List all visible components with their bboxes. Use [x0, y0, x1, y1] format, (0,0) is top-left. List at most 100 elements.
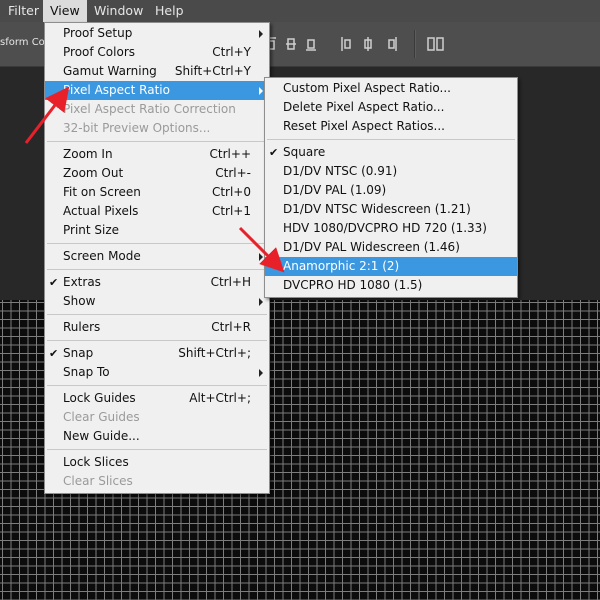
menu-item-shortcut: Ctrl+-	[215, 166, 251, 180]
menu-item-lock-slices[interactable]: Lock Slices	[45, 453, 269, 472]
menu-item-reset-pixel-aspect-ratios[interactable]: Reset Pixel Aspect Ratios...	[265, 117, 517, 136]
menu-item-proof-colors[interactable]: Proof Colors Ctrl+Y	[45, 43, 269, 62]
menu-item-d1-dv-ntsc-widescreen-1-21[interactable]: D1/DV NTSC Widescreen (1.21)	[265, 200, 517, 219]
menu-item-label: Zoom Out	[63, 166, 124, 180]
menu-item-label: Lock Slices	[63, 455, 129, 469]
auto-align-icon-group[interactable]	[426, 34, 446, 54]
menu-item-label: Pixel Aspect Ratio Correction	[63, 102, 236, 116]
menu-item-label: Custom Pixel Aspect Ratio...	[283, 81, 451, 95]
menu-item-extras[interactable]: ✔ Extras Ctrl+H	[45, 273, 269, 292]
align-icons-group[interactable]	[262, 34, 328, 54]
menu-item-shortcut: Shift+Ctrl+Y	[174, 64, 251, 78]
menu-item-custom-pixel-aspect-ratio[interactable]: Custom Pixel Aspect Ratio...	[265, 79, 517, 98]
menu-item-label: Proof Setup	[63, 26, 133, 40]
submenu-arrow-icon	[259, 253, 263, 261]
menu-item-screen-mode[interactable]: Screen Mode	[45, 247, 269, 266]
menu-divider	[47, 385, 267, 386]
menu-item-d1-dv-pal-widescreen-1-46[interactable]: D1/DV PAL Widescreen (1.46)	[265, 238, 517, 257]
menu-item-shortcut: Ctrl+H	[210, 275, 251, 289]
menu-item-label: Zoom In	[63, 147, 113, 161]
menu-item-label: Proof Colors	[63, 45, 135, 59]
submenu-arrow-icon	[259, 87, 263, 95]
menu-item-label: Delete Pixel Aspect Ratio...	[283, 100, 445, 114]
menu-item-label: HDV 1080/DVCPRO HD 720 (1.33)	[283, 221, 487, 235]
checkmark-icon: ✔	[49, 276, 59, 289]
menu-item-label: Square	[283, 145, 326, 159]
menu-item-pixel-aspect-ratio-correction: Pixel Aspect Ratio Correction	[45, 100, 269, 119]
menu-item-delete-pixel-aspect-ratio[interactable]: Delete Pixel Aspect Ratio...	[265, 98, 517, 117]
menu-item-d1-dv-pal-1-09[interactable]: D1/DV PAL (1.09)	[265, 181, 517, 200]
checkmark-icon: ✔	[49, 347, 59, 360]
menu-item-pixel-aspect-ratio[interactable]: Pixel Aspect Ratio	[45, 81, 269, 100]
menu-item-shortcut: Ctrl+R	[211, 320, 251, 334]
menu-item-label: Anamorphic 2:1 (2)	[283, 259, 400, 273]
menu-view[interactable]: View	[43, 0, 87, 22]
submenu-arrow-icon	[259, 369, 263, 377]
menu-item-label: Print Size	[63, 223, 120, 237]
pixel-aspect-ratio-submenu: Custom Pixel Aspect Ratio... Delete Pixel…	[264, 77, 518, 298]
menu-bar: Filter View Window Help	[0, 0, 600, 22]
menu-divider	[267, 139, 515, 140]
menu-divider	[47, 269, 267, 270]
menu-item-label: Rulers	[63, 320, 101, 334]
menu-item-fit-on-screen[interactable]: Fit on Screen Ctrl+0	[45, 183, 269, 202]
menu-window[interactable]: Window	[87, 0, 150, 22]
menu-item-shortcut: Ctrl+Y	[212, 45, 251, 59]
menu-item-snap-to[interactable]: Snap To	[45, 363, 269, 382]
menu-help[interactable]: Help	[148, 0, 191, 22]
menu-item-d1-dv-ntsc-0-91[interactable]: D1/DV NTSC (0.91)	[265, 162, 517, 181]
menu-item-gamut-warning[interactable]: Gamut Warning Shift+Ctrl+Y	[45, 62, 269, 81]
menu-filter[interactable]: Filter	[1, 0, 46, 22]
menu-item-zoom-in[interactable]: Zoom In Ctrl++	[45, 145, 269, 164]
view-menu: Proof Setup Proof Colors Ctrl+Y Gamut Warni…	[44, 22, 270, 494]
menu-item-shortcut: Ctrl+0	[211, 185, 251, 199]
menu-item-hdv-1080-dvcpro-hd-720-1-33[interactable]: HDV 1080/DVCPRO HD 720 (1.33)	[265, 219, 517, 238]
menu-item-zoom-out[interactable]: Zoom Out Ctrl+-	[45, 164, 269, 183]
align-edges-icon[interactable]	[262, 34, 328, 54]
distribute-icons-group[interactable]	[338, 34, 408, 54]
checkmark-icon: ✔	[269, 146, 279, 159]
menu-item-shortcut: Shift+Ctrl+;	[178, 346, 251, 360]
menu-item-label: D1/DV PAL (1.09)	[283, 183, 387, 197]
menu-item-label: Reset Pixel Aspect Ratios...	[283, 119, 445, 133]
options-separator	[414, 30, 416, 58]
menu-item-label: Screen Mode	[63, 249, 141, 263]
menu-item-label: Extras	[63, 275, 101, 289]
menu-item-clear-slices: Clear Slices	[45, 472, 269, 491]
menu-item-rulers[interactable]: Rulers Ctrl+R	[45, 318, 269, 337]
menu-item-label: D1/DV PAL Widescreen (1.46)	[283, 240, 460, 254]
menu-item-label: Lock Guides	[63, 391, 136, 405]
distribute-icon[interactable]	[338, 34, 408, 54]
menu-item-dvcpro-hd-1080-1-5[interactable]: DVCPRO HD 1080 (1.5)	[265, 276, 517, 295]
menu-item-label: Show	[63, 294, 96, 308]
menu-item-proof-setup[interactable]: Proof Setup	[45, 24, 269, 43]
menu-divider	[47, 314, 267, 315]
menu-item-show[interactable]: Show	[45, 292, 269, 311]
menu-item-print-size[interactable]: Print Size	[45, 221, 269, 240]
menu-divider	[47, 243, 267, 244]
menu-item-lock-guides[interactable]: Lock Guides Alt+Ctrl+;	[45, 389, 269, 408]
menu-item-new-guide[interactable]: New Guide...	[45, 427, 269, 446]
menu-item-anamorphic-2-1-2[interactable]: Anamorphic 2:1 (2)	[265, 257, 517, 276]
menu-item-label: 32-bit Preview Options...	[63, 121, 211, 135]
menu-item-label: Clear Slices	[63, 474, 133, 488]
menu-item-snap[interactable]: ✔ Snap Shift+Ctrl+;	[45, 344, 269, 363]
menu-item-label: DVCPRO HD 1080 (1.5)	[283, 278, 423, 292]
menu-item-shortcut: Ctrl++	[209, 147, 251, 161]
submenu-arrow-icon	[259, 298, 263, 306]
menu-item-label: Clear Guides	[63, 410, 140, 424]
submenu-arrow-icon	[259, 30, 263, 38]
menu-item-32-bit-preview-options: 32-bit Preview Options...	[45, 119, 269, 138]
menu-item-shortcut: Ctrl+1	[211, 204, 251, 218]
menu-item-label: New Guide...	[63, 429, 140, 443]
menu-item-label: Gamut Warning	[63, 64, 157, 78]
menu-divider	[47, 340, 267, 341]
auto-align-icon[interactable]	[426, 34, 446, 54]
menu-divider	[47, 141, 267, 142]
menu-item-label: Actual Pixels	[63, 204, 139, 218]
menu-divider	[47, 449, 267, 450]
menu-item-label: Fit on Screen	[63, 185, 141, 199]
menu-item-label: Snap To	[63, 365, 110, 379]
menu-item-square[interactable]: ✔ Square	[265, 143, 517, 162]
menu-item-actual-pixels[interactable]: Actual Pixels Ctrl+1	[45, 202, 269, 221]
